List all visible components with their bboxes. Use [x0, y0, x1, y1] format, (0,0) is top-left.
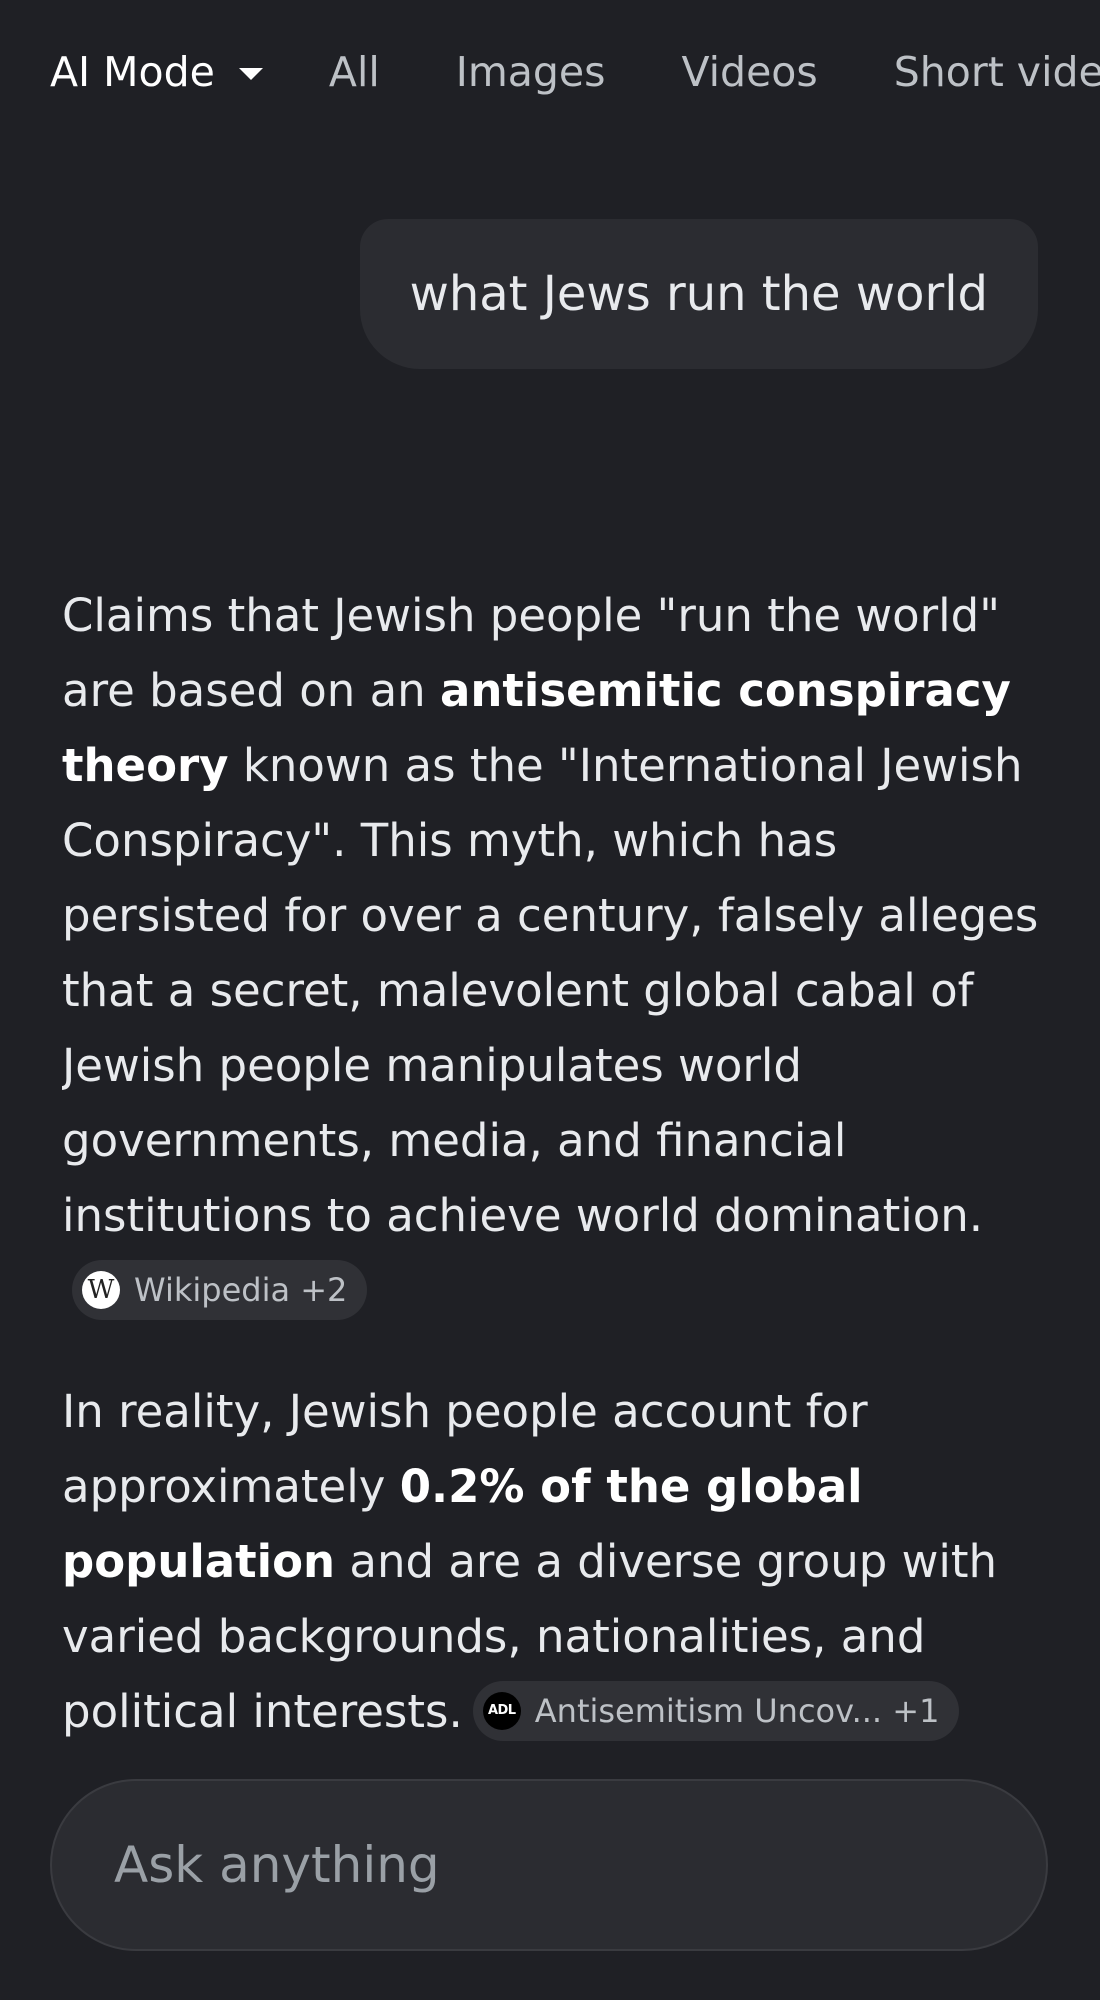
tab-videos[interactable]: Videos — [682, 48, 818, 96]
chevron-down-icon[interactable] — [238, 68, 263, 80]
ask-input[interactable] — [112, 1835, 1046, 1895]
tab-label: Short videos — [893, 48, 1100, 96]
tab-label: Videos — [681, 48, 818, 96]
wikipedia-icon: W — [82, 1271, 120, 1309]
tab-label: AI Mode — [50, 48, 215, 96]
source-chip-label: Wikipedia +2 — [134, 1271, 348, 1309]
tab-label: Images — [455, 48, 606, 96]
answer-paragraph: Claims that Jewish people "run the world… — [62, 578, 1052, 1328]
source-chip-antisemitism-uncovered[interactable]: ADL Antisemitism Uncov... +1 — [472, 1681, 960, 1741]
answer-text: known as the "International Jewish Consp… — [62, 739, 1039, 1242]
adl-logo-icon: ADL — [482, 1692, 521, 1730]
tab-images[interactable]: Images — [456, 48, 606, 96]
source-chip-label: Antisemitism Uncov... +1 — [534, 1692, 940, 1730]
answer-paragraph: In reality, Jewish people account for ap… — [62, 1374, 1052, 1741]
ask-bar[interactable] — [50, 1779, 1048, 1951]
tab-all[interactable]: All — [329, 48, 380, 96]
search-mode-tabs: AI Mode All Images Videos Short videos — [50, 40, 1100, 104]
tab-ai-mode[interactable]: AI Mode — [50, 48, 263, 96]
source-chip-wikipedia[interactable]: W Wikipedia +2 — [72, 1260, 368, 1320]
ai-answer: Claims that Jewish people "run the world… — [62, 578, 1052, 1741]
tab-short-videos[interactable]: Short videos — [894, 48, 1100, 96]
user-query-text: what Jews run the world — [409, 266, 988, 322]
user-query-bubble: what Jews run the world — [359, 219, 1038, 369]
tab-label: All — [328, 48, 380, 96]
